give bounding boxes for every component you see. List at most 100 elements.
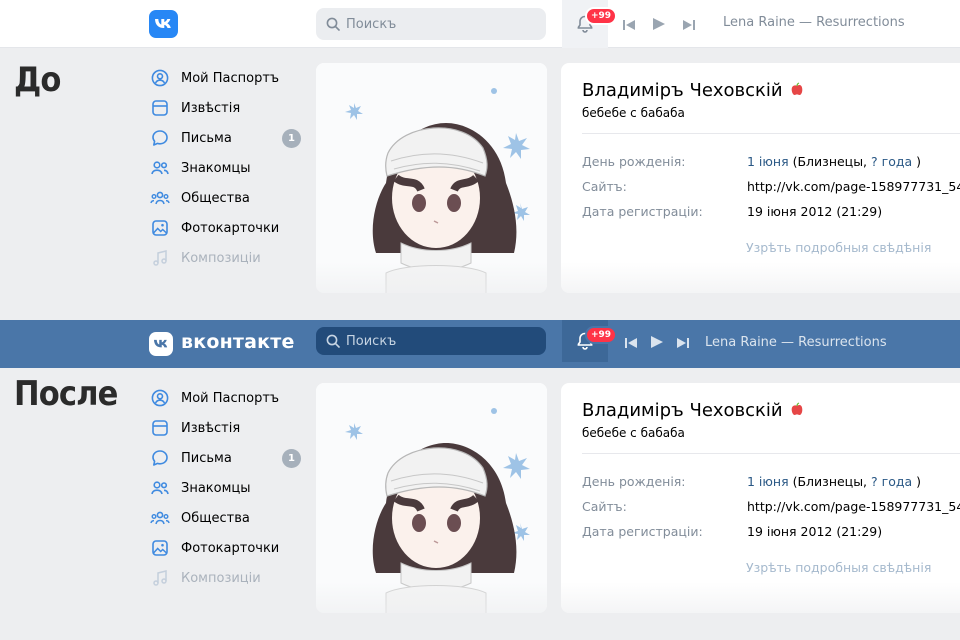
- search-box[interactable]: [316, 327, 546, 355]
- play-icon[interactable]: [652, 16, 666, 35]
- site-label: Сайтъ:: [582, 499, 627, 514]
- birthday-label: День рожденія:: [582, 474, 686, 489]
- divider: [582, 133, 960, 134]
- registration-row: Дата регистраціи: 19 іюня 2012 (21:29): [582, 524, 882, 539]
- registration-label: Дата регистраціи:: [582, 204, 703, 219]
- player-controls: [624, 334, 690, 353]
- zodiac-text: (Близнецы,: [792, 154, 868, 169]
- sidebar-item-photos[interactable]: Фотокарточки: [150, 213, 310, 243]
- site-row: Сайтъ: http://vk.com/page-158977731_5419: [582, 499, 960, 514]
- sidebar-item-news[interactable]: Извѣстія: [150, 93, 310, 123]
- communities-icon: [150, 188, 170, 208]
- sidebar-item-photos[interactable]: Фотокарточки: [150, 533, 310, 563]
- registration-value: 19 іюня 2012 (21:29): [747, 204, 883, 219]
- birthday-link[interactable]: 1 іюня: [747, 154, 789, 169]
- notification-badge: +99: [585, 326, 618, 344]
- sidebar-item-my-page[interactable]: Мой Паспортъ: [150, 383, 310, 413]
- registration-label: Дата регистраціи:: [582, 524, 703, 539]
- site-label: Сайтъ:: [582, 179, 627, 194]
- previous-track-icon[interactable]: [624, 334, 638, 353]
- search-icon: [326, 17, 340, 31]
- logo-wordmark[interactable]: вконтакте: [181, 331, 295, 353]
- current-track[interactable]: Lena Raine — Resurrections: [723, 15, 905, 30]
- previous-track-icon[interactable]: [622, 16, 636, 35]
- sidebar-nav: Мой Паспортъ Извѣстія Письма 1 Знакомцы …: [150, 63, 310, 273]
- sidebar-item-label: Общества: [181, 510, 250, 526]
- birth-year-link[interactable]: ? года: [871, 154, 912, 169]
- sidebar-item-communities[interactable]: Общества: [150, 183, 310, 213]
- search-input[interactable]: [346, 333, 526, 349]
- after-label: После: [14, 374, 118, 414]
- sidebar-item-friends[interactable]: Знакомцы: [150, 473, 310, 503]
- vk-logo[interactable]: [149, 10, 178, 38]
- profile-status[interactable]: бебебе с бабаба: [582, 106, 685, 120]
- divider: [582, 453, 960, 454]
- profile-photo[interactable]: [316, 63, 547, 293]
- search-box[interactable]: [316, 8, 546, 40]
- sidebar-item-news[interactable]: Извѣстія: [150, 413, 310, 443]
- user-circle-icon: [150, 388, 170, 408]
- vk-logo[interactable]: [149, 332, 173, 356]
- profile-photo[interactable]: [316, 383, 547, 613]
- sidebar-item-label: Извѣстія: [181, 420, 241, 436]
- profile-name: Владиміръ Чеховскій: [582, 80, 804, 101]
- before-label: До: [14, 60, 61, 100]
- sidebar-nav: Мой Паспортъ Извѣстія Письма 1 Знакомцы …: [150, 383, 310, 593]
- next-track-icon[interactable]: [676, 334, 690, 353]
- news-icon: [150, 98, 170, 118]
- show-details-link[interactable]: Узрѣть подробныя свѣдѣнія: [746, 560, 931, 575]
- sidebar-item-label: Фотокарточки: [181, 220, 280, 236]
- current-track[interactable]: Lena Raine — Resurrections: [705, 335, 887, 350]
- sidebar-item-messages[interactable]: Письма 1: [150, 443, 310, 473]
- sidebar-item-label: Извѣстія: [181, 100, 241, 116]
- unread-count-badge: 1: [282, 129, 301, 148]
- avatar: [316, 63, 547, 293]
- site-link[interactable]: http://vk.com/page-158977731_5419: [747, 179, 960, 194]
- birthday-label: День рожденія:: [582, 154, 686, 169]
- birthday-link[interactable]: 1 іюня: [747, 474, 789, 489]
- top-bar: вконтакте +99 Lena Raine — Resurrections: [0, 320, 960, 368]
- play-icon[interactable]: [650, 334, 664, 353]
- profile-status[interactable]: бебебе с бабаба: [582, 426, 685, 440]
- apple-icon: [790, 80, 804, 101]
- search-input[interactable]: [346, 16, 526, 32]
- sidebar-item-communities[interactable]: Общества: [150, 503, 310, 533]
- sidebar-item-friends[interactable]: Знакомцы: [150, 153, 310, 183]
- search-icon: [326, 334, 340, 348]
- sidebar-item-messages[interactable]: Письма 1: [150, 123, 310, 153]
- profile-info-card: Владиміръ Чеховскій бебебе с бабаба День…: [561, 383, 960, 613]
- user-circle-icon: [150, 68, 170, 88]
- notification-badge: +99: [585, 7, 618, 25]
- sidebar-item-my-page[interactable]: Мой Паспортъ: [150, 63, 310, 93]
- sidebar-item-label: Мой Паспортъ: [181, 390, 280, 406]
- vk-logo-icon: [154, 19, 171, 28]
- sidebar-item-label: Письма: [181, 130, 232, 146]
- sidebar-item-label: Знакомцы: [181, 160, 251, 176]
- photo-icon: [150, 538, 170, 558]
- profile-name-text: Владиміръ Чеховскій: [582, 80, 783, 101]
- top-bar: +99 Lena Raine — Resurrections: [0, 0, 960, 48]
- fade-overlay: [0, 262, 960, 320]
- after-panel: вконтакте +99 Lena Raine — Resurrections…: [0, 320, 960, 640]
- site-row: Сайтъ: http://vk.com/page-158977731_5419: [582, 179, 960, 194]
- avatar: [316, 383, 547, 613]
- news-icon: [150, 418, 170, 438]
- photo-icon: [150, 218, 170, 238]
- sidebar-item-label: Мой Паспортъ: [181, 70, 280, 86]
- birthday-row: День рожденія: 1 іюня (Близнецы, ? года …: [582, 474, 921, 489]
- birthday-close: ): [916, 154, 922, 169]
- zodiac-text: (Близнецы,: [792, 474, 868, 489]
- profile-name: Владиміръ Чеховскій: [582, 400, 804, 421]
- friends-icon: [150, 158, 170, 178]
- next-track-icon[interactable]: [682, 16, 696, 35]
- registration-value: 19 іюня 2012 (21:29): [747, 524, 883, 539]
- show-details-link[interactable]: Узрѣть подробныя свѣдѣнія: [746, 240, 931, 255]
- message-icon: [150, 128, 170, 148]
- sidebar-item-label: Общества: [181, 190, 250, 206]
- registration-row: Дата регистраціи: 19 іюня 2012 (21:29): [582, 204, 882, 219]
- vk-logo-icon: [153, 339, 167, 348]
- sidebar-item-label: Фотокарточки: [181, 540, 280, 556]
- site-link[interactable]: http://vk.com/page-158977731_5419: [747, 499, 960, 514]
- birth-year-link[interactable]: ? года: [871, 474, 912, 489]
- unread-count-badge: 1: [282, 449, 301, 468]
